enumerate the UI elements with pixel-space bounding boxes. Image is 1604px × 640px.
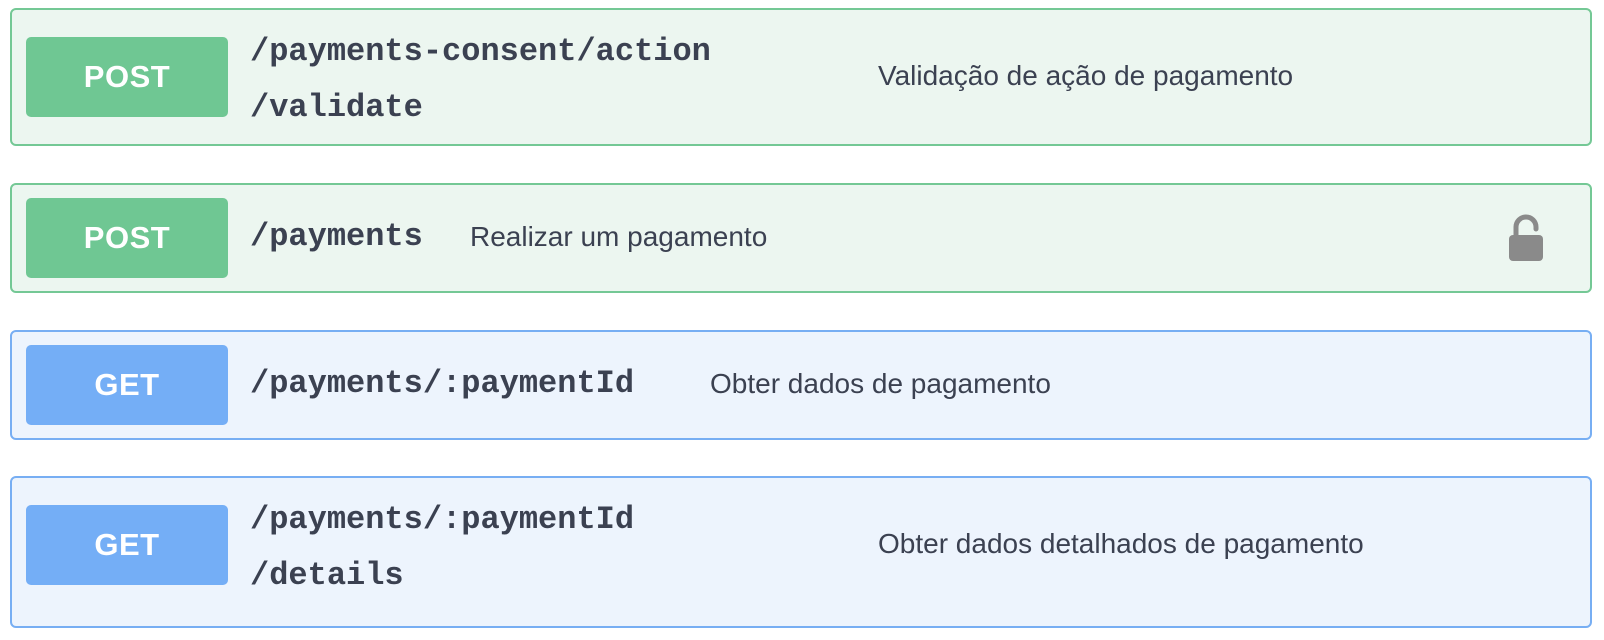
endpoint-summary: Obter dados detalhados de pagamento <box>878 528 1364 559</box>
method-badge-post: POST <box>26 37 228 117</box>
endpoint-path: /payments-consent/action /validate <box>250 24 711 136</box>
opblock-get-payment-details[interactable]: GET /payments/:paymentId /details Obter … <box>10 476 1592 628</box>
endpoint-path-line2: /details <box>250 557 404 594</box>
endpoint-path-line1: /payments <box>250 218 423 255</box>
endpoint-summary: Obter dados de pagamento <box>710 368 1051 399</box>
endpoint-summary: Validação de ação de pagamento <box>878 60 1294 91</box>
endpoint-path-line1: /payments/:paymentId <box>250 501 635 538</box>
endpoint-path: /payments/:paymentId /details <box>250 492 634 604</box>
endpoint-path-line1: /payments/:paymentId <box>250 365 635 402</box>
endpoint-path: /payments/:paymentId <box>250 356 634 412</box>
endpoint-summary: Realizar um pagamento <box>470 221 768 252</box>
method-badge-get: GET <box>26 505 228 585</box>
method-badge-post: POST <box>26 198 228 278</box>
endpoint-path: /payments <box>250 209 423 265</box>
opblock-post-payments[interactable]: POST /payments Realizar um pagamento <box>10 183 1592 293</box>
endpoint-path-line1: /payments-consent/action <box>250 33 711 70</box>
opblock-get-payment[interactable]: GET /payments/:paymentId Obter dados de … <box>10 330 1592 440</box>
unlocked-padlock-icon[interactable] <box>1506 213 1546 263</box>
endpoint-path-line2: /validate <box>250 89 423 126</box>
opblock-post-payments-consent-validate[interactable]: POST /payments-consent/action /validate … <box>10 8 1592 146</box>
method-badge-get: GET <box>26 345 228 425</box>
